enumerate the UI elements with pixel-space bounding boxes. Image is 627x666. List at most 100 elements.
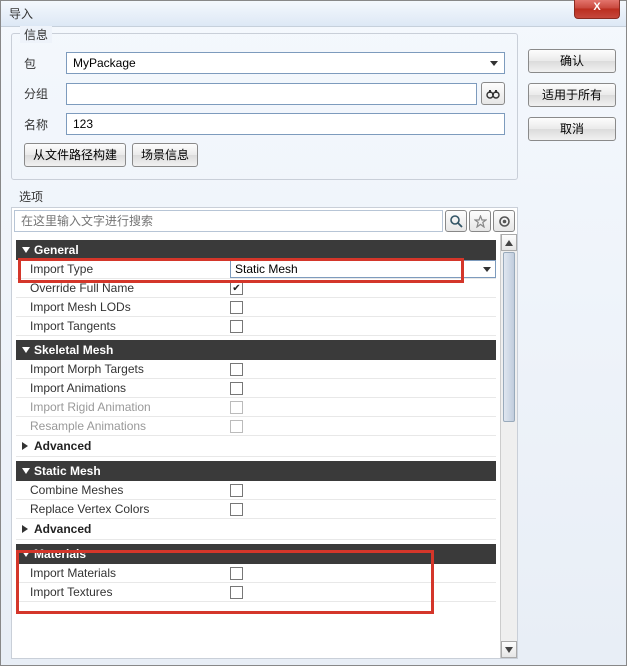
section-static[interactable]: Static Mesh xyxy=(16,461,496,481)
prop-resample: Resample Animations xyxy=(16,417,496,436)
ok-button[interactable]: 确认 xyxy=(528,49,616,73)
search-button[interactable] xyxy=(445,210,467,232)
chevron-down-icon xyxy=(490,61,498,66)
scroll-up-button[interactable] xyxy=(501,234,517,251)
package-label: 包 xyxy=(24,55,66,72)
scroll-content: General Import Type Static Mesh xyxy=(12,234,500,658)
build-from-path-button[interactable]: 从文件路径构建 xyxy=(24,143,126,167)
import-type-control: Static Mesh xyxy=(230,260,496,278)
section-materials-title: Materials xyxy=(34,547,86,561)
package-value: MyPackage xyxy=(73,56,136,70)
resample-checkbox xyxy=(230,420,243,433)
chevron-down-icon xyxy=(505,647,513,653)
static-advanced[interactable]: Advanced xyxy=(16,519,496,540)
prop-import-lods: Import Mesh LODs xyxy=(16,298,496,317)
section-general[interactable]: General xyxy=(16,240,496,260)
left-column: 信息 包 MyPackage 分组 xyxy=(11,33,518,659)
combine-label: Combine Meshes xyxy=(30,483,230,497)
options-body: General Import Type Static Mesh xyxy=(11,234,518,659)
prop-import-textures: Import Textures xyxy=(16,583,496,602)
section-skeletal[interactable]: Skeletal Mesh xyxy=(16,340,496,360)
titlebar: 导入 X xyxy=(1,1,626,27)
import-morph-label: Import Morph Targets xyxy=(30,362,230,376)
chevron-down-icon xyxy=(483,267,491,272)
import-dialog: 导入 X 信息 包 MyPackage 分组 xyxy=(0,0,627,666)
browse-button[interactable] xyxy=(481,82,505,105)
replace-vc-label: Replace Vertex Colors xyxy=(30,502,230,516)
scroll-down-button[interactable] xyxy=(501,641,517,658)
prop-override-fullname: Override Full Name ✔ xyxy=(16,279,496,298)
search-icon xyxy=(450,215,463,228)
prop-import-tangents: Import Tangents xyxy=(16,317,496,336)
section-skeletal-title: Skeletal Mesh xyxy=(34,343,113,357)
search-row xyxy=(11,207,518,234)
static-advanced-label: Advanced xyxy=(34,522,91,536)
import-rigid-label: Import Rigid Animation xyxy=(30,400,230,414)
combine-checkbox[interactable] xyxy=(230,484,243,497)
import-anim-checkbox[interactable] xyxy=(230,382,243,395)
import-mat-checkbox[interactable] xyxy=(230,567,243,580)
chevron-right-icon xyxy=(22,442,28,450)
cancel-button[interactable]: 取消 xyxy=(528,117,616,141)
section-static-title: Static Mesh xyxy=(34,464,101,478)
scrollbar-thumb[interactable] xyxy=(503,252,515,422)
gear-icon xyxy=(498,215,511,228)
group-input[interactable] xyxy=(66,83,477,105)
prop-import-type: Import Type Static Mesh xyxy=(16,260,496,279)
info-legend: 信息 xyxy=(20,26,52,43)
import-tangents-label: Import Tangents xyxy=(30,319,230,333)
replace-vc-checkbox[interactable] xyxy=(230,503,243,516)
chevron-right-icon xyxy=(22,525,28,533)
scene-info-button[interactable]: 场景信息 xyxy=(132,143,198,167)
prop-import-anim: Import Animations xyxy=(16,379,496,398)
prop-import-morph: Import Morph Targets xyxy=(16,360,496,379)
search-input[interactable] xyxy=(14,210,443,232)
options-legend: 选项 xyxy=(11,188,518,207)
prop-combine-meshes: Combine Meshes xyxy=(16,481,496,500)
chevron-down-icon xyxy=(22,247,30,253)
package-row: 包 MyPackage xyxy=(24,52,505,74)
override-fullname-label: Override Full Name xyxy=(30,281,230,295)
settings-button[interactable] xyxy=(493,210,515,232)
name-input[interactable] xyxy=(66,113,505,135)
import-type-value: Static Mesh xyxy=(235,262,298,276)
chevron-up-icon xyxy=(505,240,513,246)
override-fullname-checkbox[interactable]: ✔ xyxy=(230,282,243,295)
info-fieldset: 信息 包 MyPackage 分组 xyxy=(11,33,518,180)
prop-import-rigid: Import Rigid Animation xyxy=(16,398,496,417)
import-type-combo[interactable]: Static Mesh xyxy=(230,260,496,278)
chevron-down-icon xyxy=(22,468,30,474)
favorite-button[interactable] xyxy=(469,210,491,232)
content: 信息 包 MyPackage 分组 xyxy=(1,27,626,665)
apply-all-button[interactable]: 适用于所有 xyxy=(528,83,616,107)
name-row: 名称 xyxy=(24,113,505,135)
import-tangents-checkbox[interactable] xyxy=(230,320,243,333)
import-tex-checkbox[interactable] xyxy=(230,586,243,599)
section-materials[interactable]: Materials xyxy=(16,544,496,564)
import-type-label: Import Type xyxy=(30,262,230,276)
binoculars-icon xyxy=(486,88,500,100)
import-tex-label: Import Textures xyxy=(30,585,230,599)
close-button[interactable]: X xyxy=(574,0,620,19)
import-mat-label: Import Materials xyxy=(30,566,230,580)
right-column: 确认 适用于所有 取消 xyxy=(528,33,616,659)
package-combo[interactable]: MyPackage xyxy=(66,52,505,74)
import-rigid-checkbox xyxy=(230,401,243,414)
chevron-down-icon xyxy=(22,347,30,353)
import-lods-checkbox[interactable] xyxy=(230,301,243,314)
import-morph-checkbox[interactable] xyxy=(230,363,243,376)
info-button-row: 从文件路径构建 场景信息 xyxy=(24,143,505,167)
window-title: 导入 xyxy=(9,5,33,22)
options-wrap: General Import Type Static Mesh xyxy=(11,207,518,659)
chevron-down-icon xyxy=(22,551,30,557)
resample-label: Resample Animations xyxy=(30,419,230,433)
prop-import-materials: Import Materials xyxy=(16,564,496,583)
group-label: 分组 xyxy=(24,85,66,102)
scroll-area: General Import Type Static Mesh xyxy=(12,234,517,658)
import-anim-label: Import Animations xyxy=(30,381,230,395)
skeletal-advanced[interactable]: Advanced xyxy=(16,436,496,457)
star-icon xyxy=(474,215,487,228)
import-lods-label: Import Mesh LODs xyxy=(30,300,230,314)
section-general-title: General xyxy=(34,243,79,257)
scrollbar[interactable] xyxy=(500,234,517,658)
